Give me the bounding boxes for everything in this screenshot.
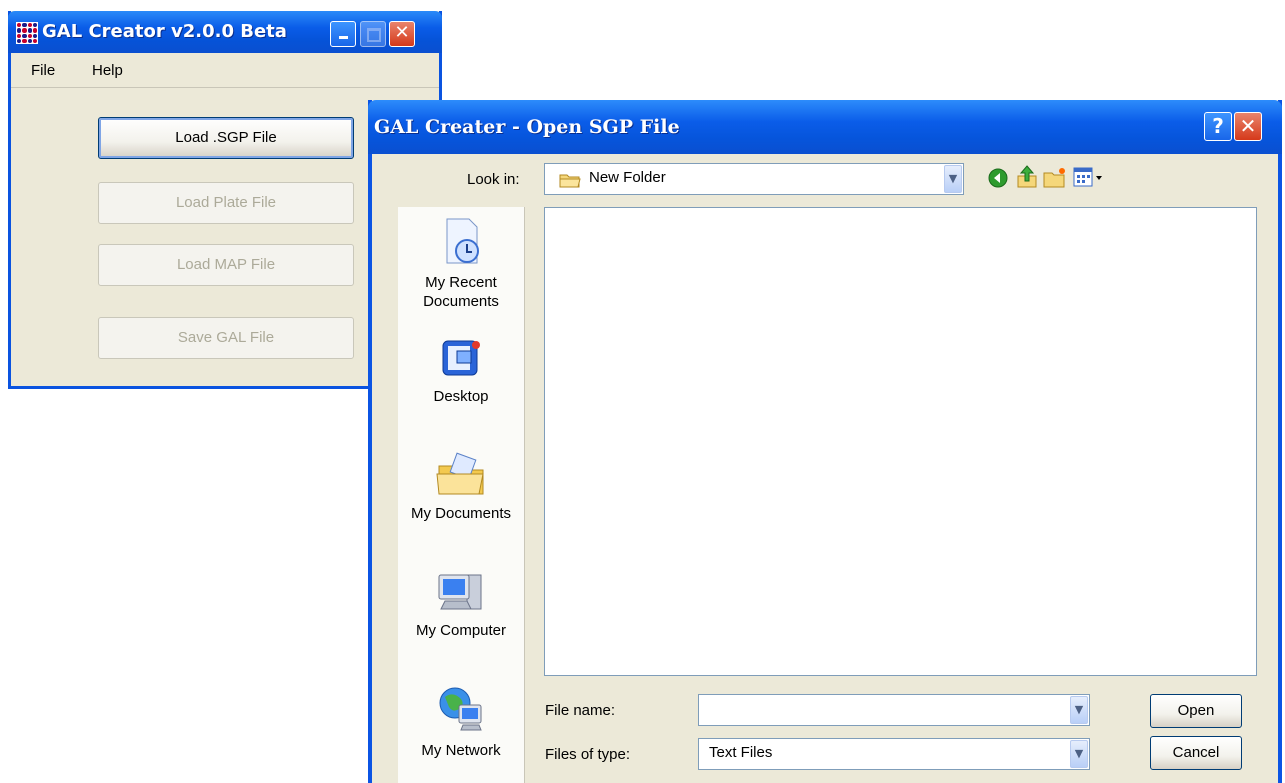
place-my-computer[interactable]: My Computer: [398, 569, 524, 640]
my-network-icon: [439, 687, 482, 731]
dialog-title-bar[interactable]: GAL Creater - Open SGP File ? ✕: [368, 100, 1282, 154]
close-icon: ✕: [1239, 114, 1257, 138]
files-of-type-combo[interactable]: Text Files ▼: [698, 738, 1090, 770]
place-my-network[interactable]: My Network: [398, 685, 524, 760]
minimize-icon: [339, 36, 348, 39]
place-my-documents[interactable]: My Documents: [398, 452, 524, 523]
minimize-button[interactable]: [330, 21, 356, 47]
help-button[interactable]: ?: [1204, 112, 1232, 141]
load-sgp-button[interactable]: Load .SGP File: [98, 117, 354, 159]
menu-help[interactable]: Help: [92, 62, 123, 79]
places-bar: My Recent Documents Desktop My Documents: [398, 207, 525, 783]
place-recent-documents[interactable]: My Recent Documents: [398, 217, 524, 311]
main-title-bar[interactable]: GAL Creator v2.0.0 Beta ✕: [8, 11, 442, 53]
file-list[interactable]: [544, 207, 1257, 676]
my-documents-icon: [436, 452, 484, 495]
maximize-button: [360, 21, 386, 47]
help-icon: ?: [1212, 114, 1224, 138]
load-map-button[interactable]: Load MAP File: [98, 244, 354, 286]
menu-file[interactable]: File: [31, 62, 55, 79]
folder-icon: [559, 174, 581, 188]
open-button[interactable]: Open: [1150, 694, 1242, 728]
look-in-value: New Folder: [589, 169, 666, 186]
close-icon: ✕: [394, 22, 410, 43]
files-of-type-label: Files of type:: [545, 746, 631, 763]
chevron-down-icon[interactable]: ▼: [944, 165, 962, 193]
dialog-close-button[interactable]: ✕: [1234, 112, 1262, 141]
place-label: My Computer: [415, 622, 507, 639]
close-button[interactable]: ✕: [389, 21, 415, 47]
open-file-dialog: GAL Creater - Open SGP File ? ✕ Look in:…: [368, 100, 1282, 783]
load-plate-button[interactable]: Load Plate File: [98, 182, 354, 224]
menu-bar: File Help: [11, 53, 439, 88]
app-icon: [16, 22, 38, 44]
cancel-button[interactable]: Cancel: [1150, 736, 1242, 770]
place-label: My Network: [421, 742, 501, 759]
dialog-title: GAL Creater - Open SGP File: [374, 116, 680, 138]
recent-documents-icon: [446, 218, 479, 264]
look-in-label: Look in:: [467, 171, 520, 188]
place-label: My Documents: [410, 505, 512, 522]
maximize-icon: [367, 28, 381, 42]
chevron-down-icon[interactable]: ▼: [1070, 696, 1088, 724]
main-window-title: GAL Creator v2.0.0 Beta: [42, 21, 287, 42]
my-computer-icon: [438, 574, 482, 610]
new-folder-icon[interactable]: [1042, 165, 1068, 189]
place-label: Desktop: [433, 388, 489, 405]
desktop-icon: [442, 340, 480, 376]
file-name-label: File name:: [545, 702, 616, 719]
save-gal-button[interactable]: Save GAL File: [98, 317, 354, 359]
look-in-combo[interactable]: New Folder ▼: [544, 163, 964, 195]
views-menu-icon[interactable]: [1072, 166, 1106, 188]
files-of-type-value: Text Files: [709, 744, 773, 761]
file-name-combo[interactable]: ▼: [698, 694, 1090, 726]
chevron-down-icon[interactable]: ▼: [1070, 740, 1088, 768]
back-icon[interactable]: [987, 167, 1009, 189]
up-folder-icon[interactable]: [1015, 164, 1039, 190]
place-label: My Recent Documents: [423, 274, 499, 310]
place-desktop[interactable]: Desktop: [398, 337, 524, 406]
